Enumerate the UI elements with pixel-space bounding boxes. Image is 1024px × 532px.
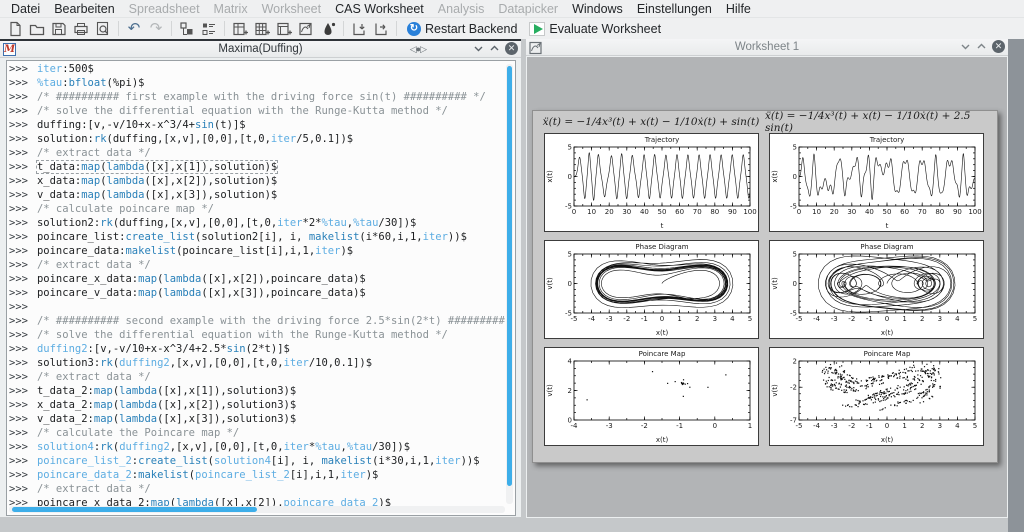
new-matrix-icon[interactable] [251,19,273,38]
console-line: >>>/* solve the differential equation wi… [9,104,505,118]
worksheet-dock-titlebar[interactable]: Worksheet 1 ✕ [526,39,1008,56]
console-line: >>>/* calculate the Poincare map */ [9,426,505,440]
project-explorer-icon[interactable] [176,19,198,38]
console-horizontal-scrollbar[interactable] [9,506,505,513]
console-line: >>>duffing:[v,-v/10+x-x^3/4+sin(t)]$ [9,118,505,132]
poincare-map-plot-1[interactable] [544,347,759,446]
console-line: >>>x_data_2:map(lambda([x],x[2]),solutio… [9,398,505,412]
maxima-dock-title: Maxima(Duffing) [0,43,521,55]
new-workbook-icon[interactable] [273,19,295,38]
console-line: >>> [9,300,505,314]
console-line: >>>/* ########## first example with the … [9,90,505,104]
maxima-console[interactable]: >>>iter:500$>>>%tau:bfloat(%pi)$>>>/* ##… [6,60,516,516]
console-line: >>>/* extract data */ [9,258,505,272]
dock-close-icon[interactable]: ✕ [505,42,518,55]
menu-bearbeiten[interactable]: Bearbeiten [47,1,121,17]
worksheet-page: ẍ(t) = −1/4x³(t) + x(t) − 1/10ẋ(t) + sin… [532,110,998,463]
console-line: >>>/* extract data */ [9,146,505,160]
console-line: >>>poincare_v_data:map(lambda([x],x[3]),… [9,286,505,300]
window-right-margin [1008,39,1024,532]
console-line: >>>t_data_2:map(lambda([x],x[1]),solutio… [9,384,505,398]
console-line: >>>solution4:rk(duffing2,[x,v],[0,0],[t,… [9,440,505,454]
evaluate-play-icon [529,22,545,36]
workspace: M Maxima(Duffing) ◁●▷ ✕ >>>iter:500$>>>%… [0,39,1024,532]
menu-einstellungen[interactable]: Einstellungen [630,1,719,17]
worksheet-dock-title: Worksheet 1 [526,41,1008,53]
worksheet-collapse-icon[interactable] [960,41,971,52]
equation-label-1[interactable]: ẍ(t) = −1/4x³(t) + x(t) − 1/10ẋ(t) + sin… [539,113,763,131]
console-line: >>>poincare_list:create_list(solution2[i… [9,230,505,244]
new-document-icon[interactable] [4,19,26,38]
import-icon[interactable] [348,19,370,38]
export-icon[interactable] [370,19,392,38]
console-line: >>>v_data:map(lambda([x],x[3]),solution)… [9,188,505,202]
menu-analysis: Analysis [431,1,492,17]
properties-list-icon[interactable] [198,19,220,38]
console-line: >>>/* calculate poincare map */ [9,202,505,216]
phase-diagram-plot-2[interactable] [769,240,984,339]
equation-label-2[interactable]: ẍ(t) = −1/4x³(t) + x(t) − 1/10ẋ(t) + 2.5… [765,113,993,131]
new-spreadsheet-icon[interactable] [229,19,251,38]
console-vertical-scrollbar[interactable] [506,64,513,504]
console-line: >>>/* ########## second example with the… [9,314,505,328]
menu-bar: Datei Bearbeiten Spreadsheet Matrix Work… [0,0,1024,18]
save-icon[interactable] [48,19,70,38]
console-line: >>>/* extract data */ [9,370,505,384]
console-line: >>>iter:500$ [9,62,505,76]
dock-expand-icon[interactable] [489,43,500,54]
console-line: >>>solution:rk(duffing,[x,v],[0,0],[t,0,… [9,132,505,146]
dock-float-icon[interactable]: ◁●▷ [410,44,426,55]
menu-spreadsheet: Spreadsheet [122,1,207,17]
undo-icon[interactable]: ↶ [123,19,145,38]
maxima-console-dock: M Maxima(Duffing) ◁●▷ ✕ >>>iter:500$>>>%… [0,39,521,517]
console-line: >>>duffing2:[v,-v/10+x-x^3/4+2.5*sin(2*t… [9,342,505,356]
open-folder-icon[interactable] [26,19,48,38]
console-line: >>>/* extract data */ [9,482,505,496]
console-line: >>>poincare_data_2:makelist(poincare_lis… [9,468,505,482]
worksheet-close-icon[interactable]: ✕ [992,40,1005,53]
worksheet-expand-icon[interactable] [976,41,987,52]
console-line: >>>%tau:bfloat(%pi)$ [9,76,505,90]
main-toolbar: ↶ ↷ ↻ Restart Backend Evaluate Worksheet [0,18,1024,39]
dock-collapse-icon[interactable] [473,43,484,54]
console-line: >>>t_data:map(lambda([x],x[1]),solution)… [9,160,505,174]
console-line: >>>poincare_x_data:map(lambda([x],x[2]),… [9,272,505,286]
redo-icon: ↷ [145,19,167,38]
console-line: >>>v_data_2:map(lambda([x],x[3]),solutio… [9,412,505,426]
trajectory-plot-1[interactable] [544,133,759,232]
print-preview-icon[interactable] [92,19,114,38]
evaluate-worksheet-label: Evaluate Worksheet [549,22,661,36]
poincare-map-plot-2[interactable] [769,347,984,446]
menu-cas-worksheet[interactable]: CAS Worksheet [328,1,431,17]
phase-diagram-plot-1[interactable] [544,240,759,339]
console-line: >>>poincare_list_2:create_list(solution4… [9,454,505,468]
restart-backend-label: Restart Backend [425,22,517,36]
print-icon[interactable] [70,19,92,38]
console-text-area[interactable]: >>>iter:500$>>>%tau:bfloat(%pi)$>>>/* ##… [9,62,505,508]
menu-worksheet: Worksheet [255,1,329,17]
new-cas-worksheet-icon[interactable] [295,19,317,38]
menu-matrix: Matrix [207,1,255,17]
menu-hilfe[interactable]: Hilfe [719,1,758,17]
restart-icon: ↻ [407,22,421,36]
console-line: >>>/* solve the differential equation wi… [9,328,505,342]
menu-datei[interactable]: Datei [4,1,47,17]
worksheet-view[interactable]: ẍ(t) = −1/4x³(t) + x(t) − 1/10ẋ(t) + sin… [527,57,1007,517]
console-line: >>>solution3:rk(duffing2,[x,v],[0,0],[t,… [9,356,505,370]
worksheet-dock: Worksheet 1 ✕ ẍ(t) = −1/4x³(t) + x(t) − … [526,39,1008,518]
menu-datapicker: Datapicker [491,1,565,17]
menu-windows[interactable]: Windows [565,1,630,17]
new-datapicker-icon[interactable] [317,19,339,38]
maxima-dock-titlebar[interactable]: M Maxima(Duffing) ◁●▷ ✕ [0,41,521,58]
evaluate-worksheet-button[interactable]: Evaluate Worksheet [523,21,667,37]
console-line: >>>solution2:rk(duffing,[x,v],[0,0],[t,0… [9,216,505,230]
restart-backend-button[interactable]: ↻ Restart Backend [401,21,523,37]
console-line: >>>poincare_data:makelist(poincare_list[… [9,244,505,258]
trajectory-plot-2[interactable] [769,133,984,232]
console-line: >>>x_data:map(lambda([x],x[2]),solution)… [9,174,505,188]
